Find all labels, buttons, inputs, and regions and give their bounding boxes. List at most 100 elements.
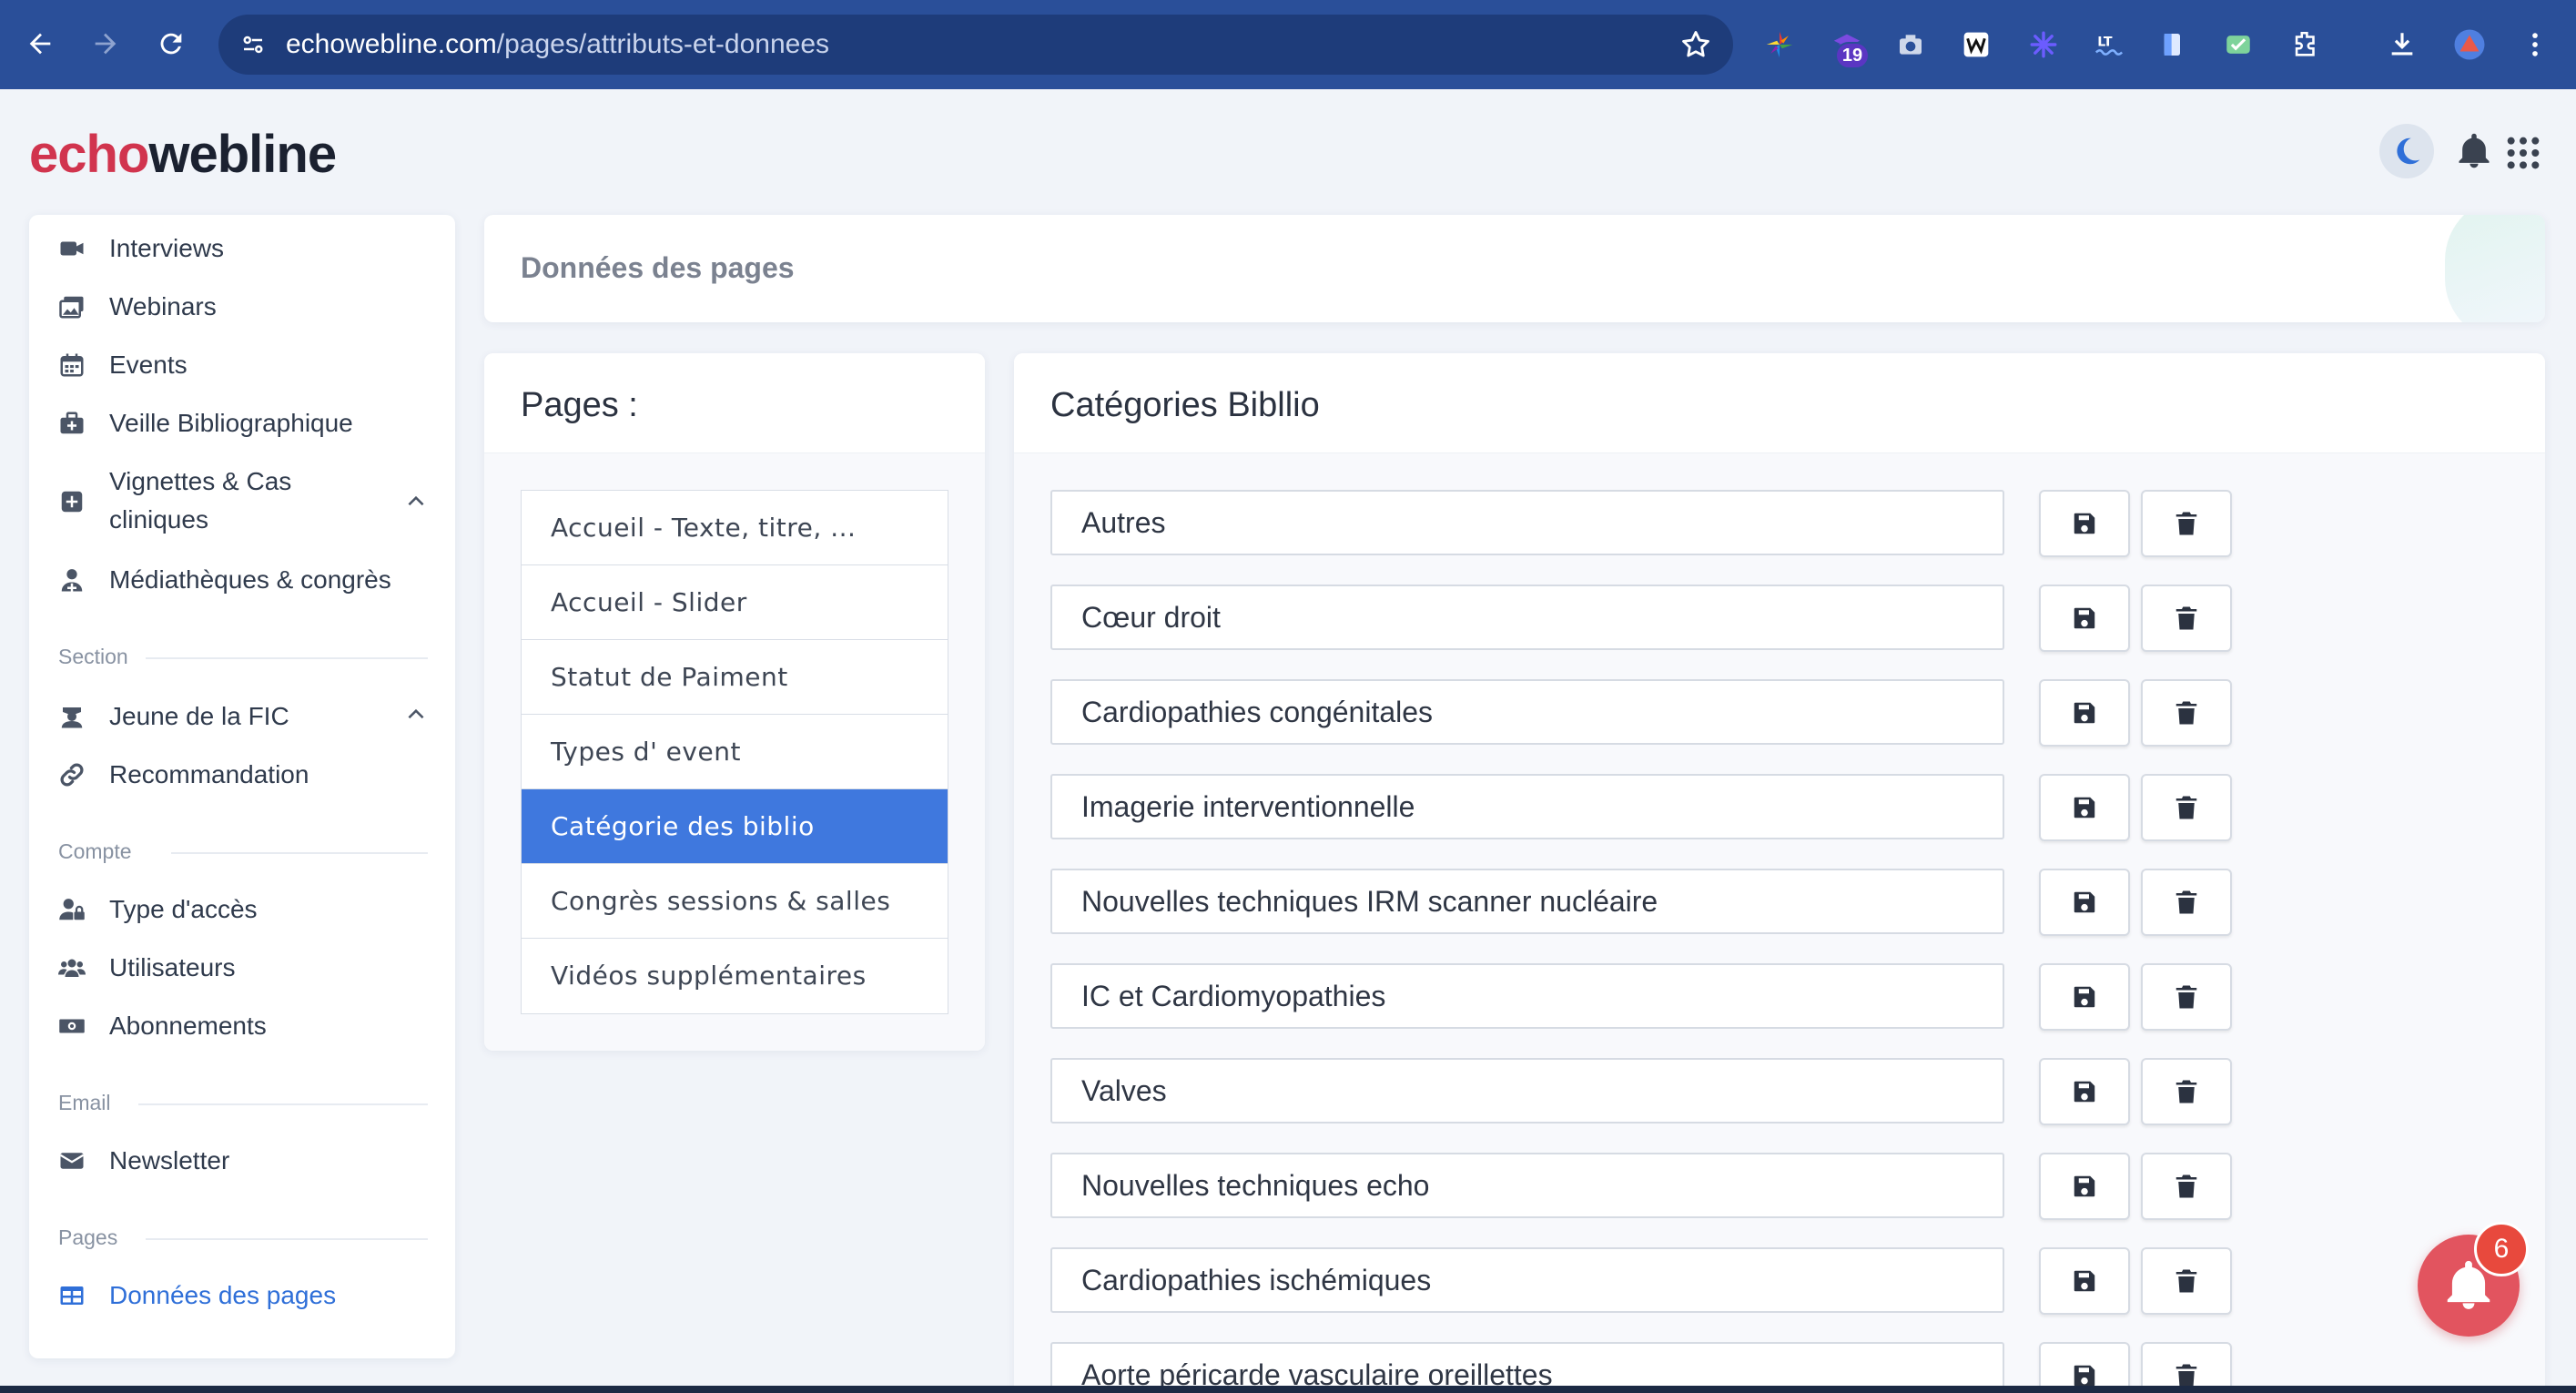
user-doctor-icon [56,564,87,595]
sidebar-section-heading: Compte [58,839,132,863]
pages-panel: Pages : Accueil - Texte, titre, ... Accu… [484,353,985,1051]
save-button[interactable] [2039,1153,2130,1220]
svg-text:LT: LT [2097,35,2113,49]
puzzle-extensions-icon[interactable] [2288,27,2323,62]
sidebar-item-label: Utilisateurs [109,953,236,981]
window-bottom-edge [0,1386,2576,1393]
save-icon [2074,607,2095,629]
forward-button[interactable] [82,20,129,67]
pages-list-item[interactable]: Statut de Paiment [522,640,948,715]
delete-button[interactable] [2141,963,2232,1031]
categories-panel: Catégories Bibllio Autres Cœur droit Cardi… [1014,353,2545,1393]
delete-button[interactable] [2141,585,2232,652]
site-settings-icon[interactable] [237,28,269,61]
chevron-up-icon[interactable] [404,703,428,727]
pages-list-item[interactable]: Vidéos supplémentaires [522,939,948,1013]
save-icon [2074,986,2095,1008]
dark-mode-toggle[interactable] [2379,124,2434,178]
save-button[interactable] [2039,490,2130,557]
category-name-input[interactable]: Nouvelles techniques IRM scanner nucléai… [1050,869,2004,934]
page-title: Données des pages [521,251,795,284]
browser-menu-icon[interactable] [2518,27,2552,62]
save-icon [2074,1175,2095,1197]
notification-bell-icon[interactable] [2454,131,2494,171]
sidebar-item-label: Newsletter [109,1146,230,1174]
save-icon [2074,797,2095,819]
reload-icon [160,33,182,55]
sidebar-item-label: Abonnements [109,1012,267,1040]
document-extension-icon[interactable] [2155,27,2190,62]
categories-panel-title: Catégories Bibllio [1050,386,1320,424]
profile-avatar-icon[interactable] [2452,27,2487,62]
pages-list-item[interactable]: Congrès sessions & salles [522,864,948,939]
sidebar-section-heading: Section [58,645,128,668]
category-name-input[interactable]: Autres [1050,490,2004,555]
delete-button[interactable] [2141,869,2232,936]
pages-list-item[interactable]: Accueil - Texte, titre, ... [522,491,948,565]
save-button[interactable] [2039,1247,2130,1315]
delete-button[interactable] [2141,490,2232,557]
save-icon [2074,1270,2095,1292]
category-name-input[interactable]: IC et Cardiomyopathies [1050,963,2004,1029]
link-icon [56,759,87,790]
save-icon [2074,1081,2095,1103]
table-icon [56,1280,87,1311]
save-button[interactable] [2039,869,2130,936]
delete-button[interactable] [2141,1247,2232,1315]
trash-icon [2175,796,2197,819]
video-icon [56,233,87,264]
spark-extension-icon[interactable] [2026,27,2061,62]
delete-button[interactable] [2141,1153,2232,1220]
url-text: echowebline.com/pages/attributs-et-donne… [286,29,830,59]
save-icon [2074,702,2095,724]
delete-button[interactable] [2141,679,2232,747]
chevron-up-icon[interactable] [404,490,428,513]
delete-button[interactable] [2141,1058,2232,1125]
categories-panel-header: Catégories Bibllio [1014,353,2545,453]
browser-toolbar: echowebline.com/pages/attributs-et-donne… [0,0,2576,89]
arrow-right-icon [95,33,117,55]
pages-panel-header: Pages : [484,353,985,453]
lt-extension-icon[interactable]: LT [2092,27,2126,62]
notification-count-badge: 6 [2474,1222,2529,1276]
section-divider [171,852,428,854]
app-logo[interactable]: echowebline [29,124,337,185]
save-icon [2074,513,2095,534]
save-button[interactable] [2039,1058,2130,1125]
category-name-input[interactable]: Cardiopathies congénitales [1050,679,2004,745]
photo-icon [56,291,87,322]
color-wheel-extension-icon[interactable] [1762,27,1797,62]
w-extension-icon[interactable] [1959,27,1993,62]
category-name-input[interactable]: Imagerie interventionnelle [1050,774,2004,839]
user-lock-icon [56,894,87,925]
category-name-input[interactable]: Cœur droit [1050,585,2004,650]
save-button[interactable] [2039,679,2130,747]
download-icon[interactable] [2385,27,2419,62]
sidebar-item-label: Interviews [109,234,225,262]
save-button[interactable] [2039,963,2130,1031]
category-name-input[interactable]: Valves [1050,1058,2004,1124]
pages-list-item-active[interactable]: Catégorie des biblio [522,789,948,864]
address-bar[interactable]: echowebline.com/pages/attributs-et-donne… [218,15,1733,75]
reload-button[interactable] [147,20,195,67]
pages-list: Accueil - Texte, titre, ... Accueil - Sl… [521,490,948,1014]
extension-badge: 19 [1835,42,1870,69]
trash-icon [2175,985,2197,1009]
save-icon [2074,891,2095,913]
save-button[interactable] [2039,774,2130,841]
sidebar-section-heading: Pages [58,1225,118,1249]
bookmark-star-icon[interactable] [1678,27,1713,62]
sidebar-item-label: Events [109,351,188,379]
page-header-card: Données des pages [484,215,2545,322]
back-button[interactable] [16,20,64,67]
camera-extension-icon[interactable] [1893,27,1928,62]
pages-list-item[interactable]: Accueil - Slider [522,565,948,640]
save-button[interactable] [2039,585,2130,652]
pages-list-item[interactable]: Types d' event [522,715,948,789]
delete-button[interactable] [2141,774,2232,841]
apps-grid-icon[interactable] [2505,135,2541,171]
sidebar-item-label: Médiathèques & congrès [109,565,391,594]
category-name-input[interactable]: Nouvelles techniques echo [1050,1153,2004,1218]
category-name-input[interactable]: Cardiopathies ischémiques [1050,1247,2004,1313]
mail-check-extension-icon[interactable] [2221,27,2256,62]
